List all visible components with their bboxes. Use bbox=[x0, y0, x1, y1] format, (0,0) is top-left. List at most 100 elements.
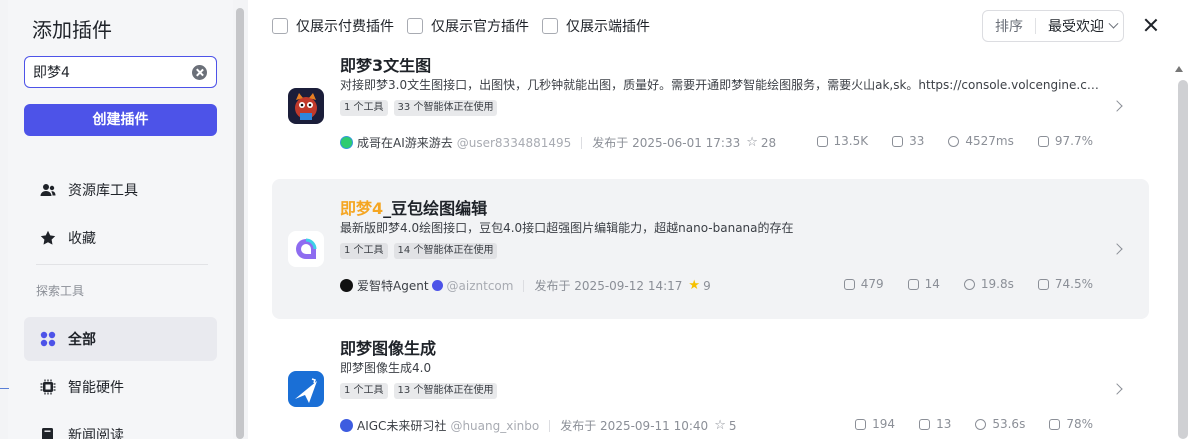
stat-latency: 4527ms bbox=[948, 134, 1014, 148]
tag: 1 个工具 bbox=[340, 383, 388, 399]
filter-bar: 仅展示付费插件 仅展示官方插件 仅展示端插件 bbox=[272, 16, 663, 36]
stat-success: 78% bbox=[1049, 417, 1093, 431]
sidebar-item-label: 全部 bbox=[68, 332, 96, 348]
users-icon bbox=[40, 182, 56, 198]
api-icon bbox=[843, 278, 855, 290]
sort-value: 最受欢迎 bbox=[1048, 19, 1104, 35]
sidebar-item-label: 收藏 bbox=[68, 231, 96, 247]
sidebar-item-library-tools[interactable]: 资源库工具 bbox=[24, 168, 217, 212]
stat-bots: 33 bbox=[892, 134, 924, 148]
bot-icon bbox=[892, 135, 904, 147]
bot-icon bbox=[907, 278, 919, 290]
message-icon bbox=[1049, 418, 1061, 430]
publish-date: 发布于 2025-09-12 14:17 bbox=[534, 279, 683, 293]
checkbox[interactable] bbox=[272, 18, 288, 34]
chevron-right-icon bbox=[1111, 383, 1123, 395]
stat-calls: 13.5K bbox=[816, 134, 868, 148]
sidebar-item-news-reading[interactable]: 新闻阅读 bbox=[24, 413, 217, 439]
plugin-stats: 479 14 19.8s 74.5% bbox=[820, 277, 1093, 291]
publish-date: 发布于 2025-09-11 10:40 bbox=[560, 419, 709, 433]
search-box[interactable] bbox=[24, 56, 217, 88]
message-icon bbox=[1037, 278, 1049, 290]
sort-label: 排序 bbox=[995, 19, 1023, 35]
star-icon[interactable]: ☆ bbox=[714, 418, 726, 433]
chevron-right-icon bbox=[1111, 100, 1123, 112]
divider bbox=[581, 136, 583, 149]
plugin-logo-icon bbox=[288, 371, 324, 407]
tag: 13 个智能体正在使用 bbox=[393, 383, 498, 399]
tag: 1 个工具 bbox=[340, 243, 388, 259]
search-input[interactable] bbox=[33, 63, 183, 81]
plugin-card[interactable]: 即梦4_豆包绘图编辑 最新版即梦4.0绘图接口，豆包4.0接口超强图片编辑能力，… bbox=[272, 179, 1149, 319]
tag: 33 个智能体正在使用 bbox=[393, 100, 498, 116]
plugin-meta: 成哥在AI游来游去 @user8334881495 发布于 2025-06-01… bbox=[340, 134, 776, 151]
author-name[interactable]: AIGC未来研习社 bbox=[357, 417, 446, 434]
create-plugin-button[interactable]: 创建插件 bbox=[24, 104, 217, 136]
star-count: 5 bbox=[728, 418, 737, 433]
plugin-stats: 13.5K 33 4527ms 97.7% bbox=[793, 134, 1093, 148]
sidebar-item-label: 新闻阅读 bbox=[68, 428, 124, 439]
author-handle: @user8334881495 bbox=[456, 135, 572, 150]
star-icon[interactable]: ☆ bbox=[746, 135, 758, 150]
plugin-meta: 爱智特Agent @aizntcom 发布于 2025-09-12 14:17 … bbox=[340, 277, 711, 294]
verified-icon bbox=[431, 280, 443, 291]
sidebar-item-favorites[interactable]: 收藏 bbox=[24, 216, 217, 260]
plugin-card[interactable]: 即梦图像生成 即梦图像生成4.0 1 个工具 13 个智能体正在使用 AIGC未… bbox=[272, 319, 1149, 439]
sort-select[interactable]: 排序 最受欢迎 bbox=[982, 10, 1124, 42]
sidebar-scrollbar[interactable] bbox=[236, 8, 244, 439]
checkbox[interactable] bbox=[407, 18, 423, 34]
sidebar: 添加插件 创建插件 资源库工具 收藏 探索工具 全部 智能硬件 新闻阅读 bbox=[8, 0, 233, 439]
close-icon[interactable] bbox=[1144, 18, 1158, 32]
publish-date: 发布于 2025-06-01 17:33 bbox=[592, 136, 741, 150]
chip-icon bbox=[40, 379, 56, 395]
sidebar-item-all[interactable]: 全部 bbox=[24, 317, 217, 361]
plugin-tags: 1 个工具 14 个智能体正在使用 bbox=[340, 243, 503, 259]
star-icon[interactable]: ★ bbox=[688, 278, 700, 293]
page-edge-line bbox=[0, 388, 9, 389]
plugin-card[interactable]: 即梦3文生图 对接即梦3.0文生图接口，出图快，几秒钟就能出图，质量好。需要开通… bbox=[272, 58, 1149, 176]
plugin-title: 即梦图像生成 bbox=[340, 339, 437, 358]
chevron-down-icon bbox=[1108, 18, 1119, 29]
author-handle: @huang_xinbo bbox=[450, 418, 540, 433]
tag: 1 个工具 bbox=[340, 100, 388, 116]
clock-icon bbox=[963, 278, 975, 290]
plugin-description: 对接即梦3.0文生图接口，出图快，几秒钟就能出图，质量好。需要开通即梦智能绘图服… bbox=[340, 78, 1100, 92]
book-icon bbox=[40, 427, 56, 439]
plugin-description: 即梦图像生成4.0 bbox=[340, 361, 432, 375]
clock-icon bbox=[948, 135, 960, 147]
bot-icon bbox=[919, 418, 931, 430]
stat-latency: 53.6s bbox=[975, 417, 1025, 431]
star-icon bbox=[40, 230, 56, 246]
plugin-logo-icon bbox=[288, 88, 324, 124]
filter-device[interactable]: 仅展示端插件 bbox=[542, 16, 650, 36]
stat-success: 74.5% bbox=[1037, 277, 1093, 291]
sidebar-item-label: 智能硬件 bbox=[68, 380, 124, 396]
filter-label: 仅展示端插件 bbox=[566, 19, 650, 35]
author-avatar bbox=[340, 279, 353, 292]
filter-official[interactable]: 仅展示官方插件 bbox=[407, 16, 529, 36]
stat-success: 97.7% bbox=[1037, 134, 1093, 148]
sidebar-item-smart-hardware[interactable]: 智能硬件 bbox=[24, 365, 217, 409]
author-name[interactable]: 成哥在AI游来游去 bbox=[357, 134, 453, 151]
sidebar-item-label: 资源库工具 bbox=[68, 183, 138, 199]
checkbox[interactable] bbox=[542, 18, 558, 34]
plugin-list: 即梦3文生图 对接即梦3.0文生图接口，出图快，几秒钟就能出图，质量好。需要开通… bbox=[248, 58, 1200, 439]
author-avatar bbox=[340, 419, 353, 432]
section-label: 探索工具 bbox=[36, 284, 85, 298]
plugin-meta: AIGC未来研习社 @huang_xinbo 发布于 2025-09-11 10… bbox=[340, 417, 736, 434]
scroll-up-arrow-icon[interactable] bbox=[1175, 66, 1183, 72]
stat-bots: 14 bbox=[907, 277, 940, 291]
plugin-tags: 1 个工具 13 个智能体正在使用 bbox=[340, 383, 503, 399]
author-avatar bbox=[340, 136, 353, 149]
clear-icon[interactable] bbox=[192, 65, 207, 80]
plugin-title: 即梦3文生图 bbox=[340, 58, 432, 75]
divider bbox=[549, 419, 551, 432]
plugin-tags: 1 个工具 33 个智能体正在使用 bbox=[340, 100, 503, 116]
chevron-right-icon bbox=[1111, 243, 1123, 255]
divider bbox=[1035, 18, 1036, 34]
star-count: 9 bbox=[703, 278, 711, 293]
author-name[interactable]: 爱智特Agent bbox=[357, 277, 429, 294]
filter-paid[interactable]: 仅展示付费插件 bbox=[272, 16, 394, 36]
tag: 14 个智能体正在使用 bbox=[393, 243, 498, 259]
main-scrollbar[interactable] bbox=[1178, 80, 1188, 439]
